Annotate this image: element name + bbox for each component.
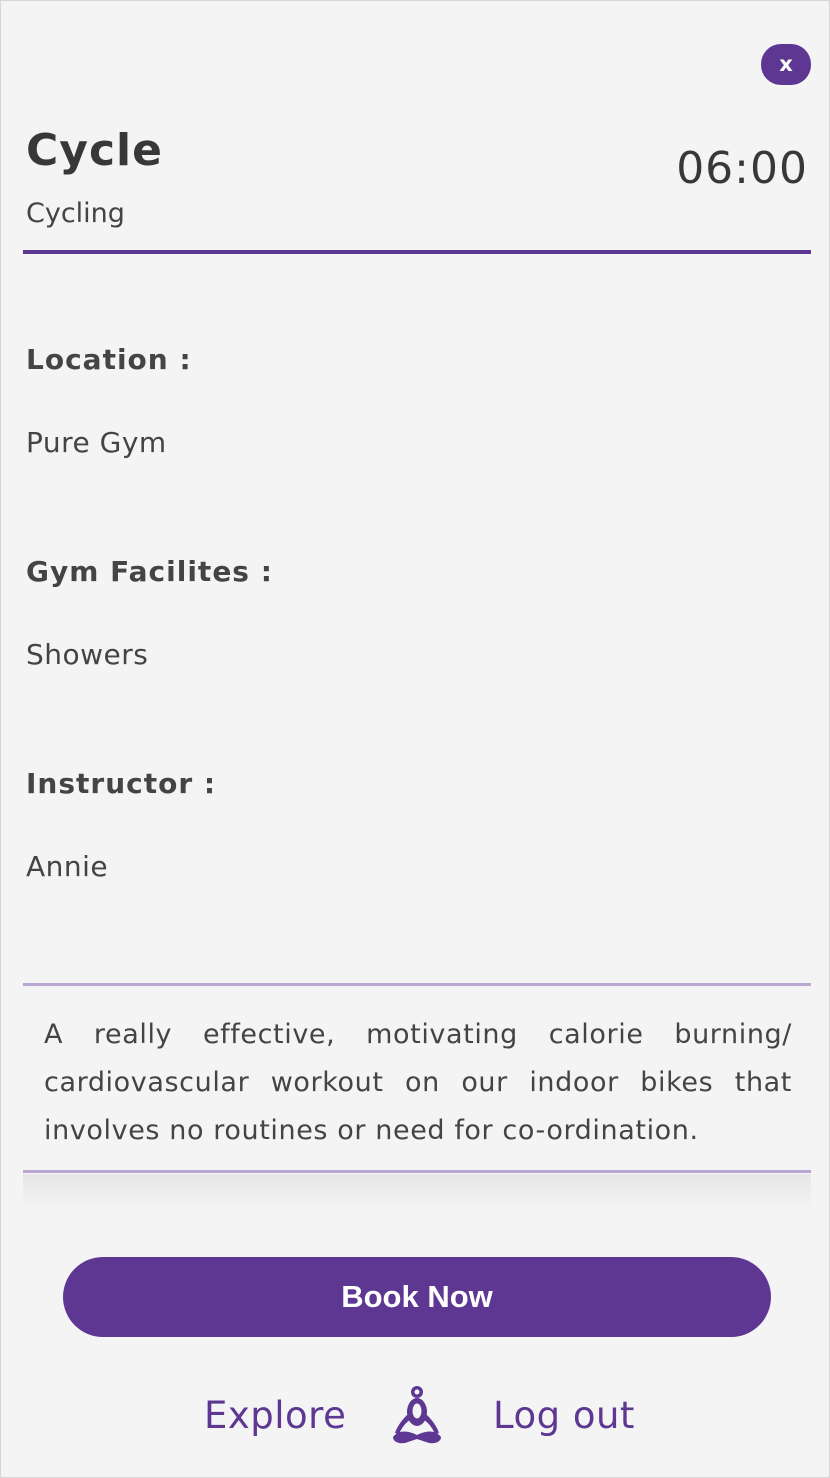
facilities-value: Showers xyxy=(26,638,149,671)
location-label: Location : xyxy=(26,343,192,376)
book-now-button[interactable]: Book Now xyxy=(63,1257,771,1337)
class-title: Cycle xyxy=(26,125,163,176)
header-divider xyxy=(23,250,811,254)
facilities-label: Gym Facilites : xyxy=(26,555,273,588)
location-value: Pure Gym xyxy=(26,426,167,459)
meditation-figure-icon[interactable] xyxy=(389,1385,445,1445)
explore-link[interactable]: Explore xyxy=(204,1394,346,1437)
logout-link[interactable]: Log out xyxy=(493,1394,635,1437)
class-time: 06:00 xyxy=(676,143,808,194)
class-detail-dialog: x Cycle Cycling 06:00 Location : Pure Gy… xyxy=(0,0,830,1478)
instructor-value: Annie xyxy=(26,850,109,883)
close-button[interactable]: x xyxy=(761,44,811,85)
description-shadow xyxy=(23,1174,811,1208)
instructor-label: Instructor : xyxy=(26,767,217,800)
class-description: A really effective, motivating calorie b… xyxy=(44,1019,792,1146)
description-bottom-divider xyxy=(23,1170,811,1173)
description-top-divider xyxy=(23,983,811,986)
class-category: Cycling xyxy=(26,198,125,229)
